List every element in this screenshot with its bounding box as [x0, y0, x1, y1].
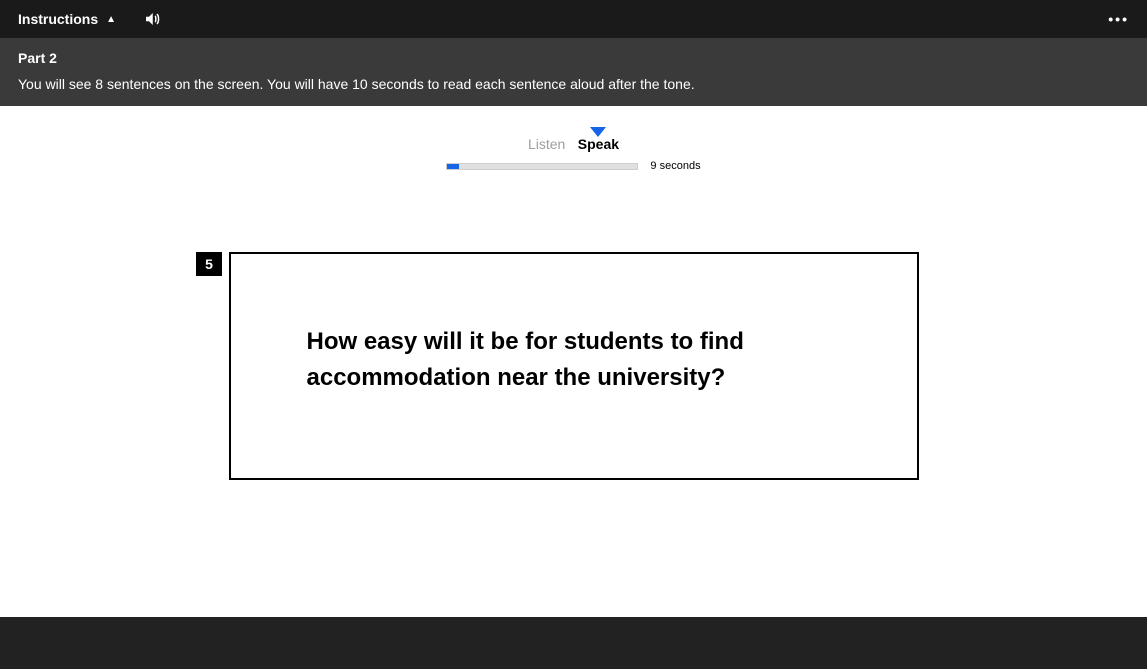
triangle-down-icon	[590, 127, 606, 137]
time-remaining: 9 seconds	[650, 160, 700, 172]
progress-fill	[447, 164, 458, 169]
footer-bar	[0, 617, 1147, 669]
instructions-panel: Part 2 You will see 8 sentences on the s…	[0, 38, 1147, 106]
progress-bar	[446, 163, 638, 170]
caret-up-icon: ▲	[106, 14, 116, 25]
instructions-label: Instructions	[18, 11, 98, 27]
instructions-toggle[interactable]: Instructions ▲	[18, 11, 116, 27]
question-text: How easy will it be for students to find…	[307, 324, 841, 396]
more-menu[interactable]: •••	[1108, 11, 1129, 27]
phase-area: Listen Listen Speak 9 seconds	[0, 136, 1147, 172]
phase-marker: Listen	[524, 124, 623, 142]
volume-icon	[142, 10, 162, 28]
part-description: You will see 8 sentences on the screen. …	[18, 76, 1129, 92]
app-root: Instructions ▲ ••• Part 2 You will see 8…	[0, 0, 1147, 669]
question-area: 5 How easy will it be for students to fi…	[0, 252, 1147, 480]
question-card: How easy will it be for students to find…	[229, 252, 919, 480]
progress-row: 9 seconds	[0, 160, 1147, 172]
volume-button[interactable]	[142, 10, 162, 28]
top-bar: Instructions ▲ •••	[0, 0, 1147, 38]
question-number: 5	[196, 252, 222, 276]
part-title: Part 2	[18, 50, 1129, 66]
phase-labels: Listen Listen Speak	[524, 136, 623, 154]
